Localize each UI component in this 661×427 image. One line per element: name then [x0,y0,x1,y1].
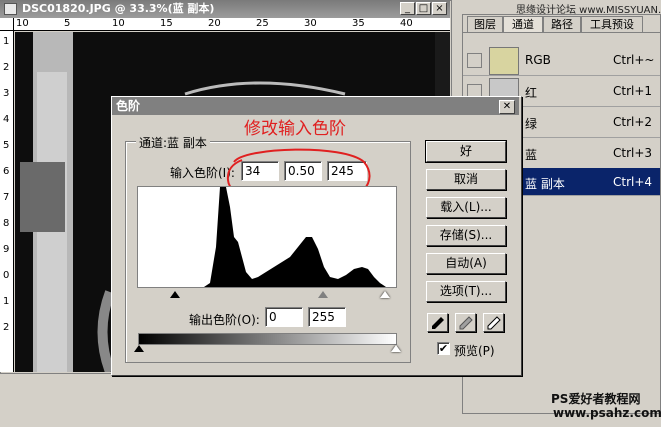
black-eyedropper-button[interactable] [427,313,448,332]
black-eyedropper-icon [432,317,444,329]
output-black-field[interactable] [265,307,303,327]
gray-eyedropper-icon [459,316,473,330]
ruler-number: 5 [3,140,10,151]
ruler-number: 10 [112,18,125,29]
close-button[interactable]: × [432,2,447,15]
tab-divider [463,32,660,33]
save-button[interactable]: 存储(S)... [426,225,506,246]
output-levels-label: 输出色阶(O): [189,313,260,327]
ruler-vertical: 1 2 3 4 5 6 7 8 9 0 1 2 [0,31,14,372]
tab-paths[interactable]: 路径 [543,16,581,32]
histogram [137,186,397,288]
histogram-graph [138,187,386,287]
watermark-line1: PS爱好者教程网 [551,392,641,406]
ruler-number: 20 [208,18,221,29]
ruler-number: 9 [3,244,10,255]
preview-label[interactable]: 预览(P) [454,342,495,359]
minimize-button[interactable]: _ [400,2,415,15]
load-button[interactable]: 载入(L)... [426,197,506,218]
tab-tool-presets[interactable]: 工具预设 [581,16,643,32]
options-button[interactable]: 选项(T)... [426,281,506,302]
ruler-number: 7 [3,192,10,203]
check-icon: ✔ [438,342,449,355]
ruler-number: 8 [3,218,10,229]
ruler-number: 3 [3,88,10,99]
white-eyedropper-icon [487,316,501,330]
close-icon: ✕ [502,101,512,112]
input-white-slider[interactable] [380,291,390,298]
annotation-text: 修改输入色阶 [244,119,346,139]
ruler-number: 40 [400,18,413,29]
output-white-field[interactable] [308,307,346,327]
dialog-title-bar[interactable]: 色阶 [112,97,519,115]
channel-name: 蓝 [525,148,538,162]
channel-shortcut: Ctrl+3 [613,146,653,160]
document-title: DSC01820.JPG @ 33.3%(蓝 副本) [22,2,215,15]
ruler-number: 6 [3,166,10,177]
gray-eyedropper-button[interactable] [455,313,476,332]
channel-shortcut: Ctrl+1 [613,84,653,98]
watermark-bottom: PS爱好者教程网 www.psahz.com [551,392,661,420]
ok-button[interactable]: 好 [425,140,507,163]
channel-label: 通道:蓝 副本 [136,134,210,151]
channel-name: 蓝 副本 [525,177,565,191]
ruler-number: 2 [3,322,10,333]
input-gamma-slider[interactable] [318,291,328,298]
ruler-corner [0,18,14,31]
ruler-number: 5 [64,18,71,29]
ruler-number: 4 [3,114,10,125]
visibility-toggle[interactable] [467,53,482,68]
channel-thumbnail [489,47,519,75]
dialog-close-button[interactable]: ✕ [499,100,515,114]
output-gradient [138,333,397,345]
channel-name: 绿 [525,117,538,131]
ruler-number: 10 [16,18,29,29]
channel-name: 红 [525,86,538,100]
ruler-number: 0 [3,270,10,281]
input-black-slider[interactable] [170,291,180,298]
tab-layers[interactable]: 图层 [467,16,503,32]
channel-shortcut: Ctrl+~ [613,53,655,67]
auto-button[interactable]: 自动(A) [426,253,506,274]
document-icon [4,3,17,15]
cancel-button[interactable]: 取消 [426,169,506,190]
document-title-bar[interactable]: DSC01820.JPG @ 33.3%(蓝 副本) [0,0,450,18]
ruler-number: 1 [3,296,10,307]
tab-channels[interactable]: 通道 [503,16,543,33]
white-eyedropper-button[interactable] [483,313,504,332]
ruler-number: 35 [352,18,365,29]
ruler-horizontal: 10 5 10 15 20 25 30 35 40 [14,18,450,31]
output-white-slider[interactable] [391,345,401,352]
channel-row-rgb[interactable]: RGB Ctrl+~ [463,46,660,76]
ruler-number: 30 [304,18,317,29]
ruler-number: 15 [160,18,173,29]
channel-shortcut: Ctrl+2 [613,115,653,129]
ruler-number: 25 [256,18,269,29]
ruler-number: 2 [3,62,10,73]
dialog-title: 色阶 [116,99,141,113]
channel-name: RGB [525,53,551,67]
channel-shortcut: Ctrl+4 [613,175,653,189]
maximize-button[interactable]: □ [416,2,431,15]
output-black-slider[interactable] [134,345,144,352]
preview-checkbox[interactable]: ✔ [437,342,450,355]
ruler-number: 1 [3,36,10,47]
watermark-line2: www.psahz.com [553,406,661,420]
